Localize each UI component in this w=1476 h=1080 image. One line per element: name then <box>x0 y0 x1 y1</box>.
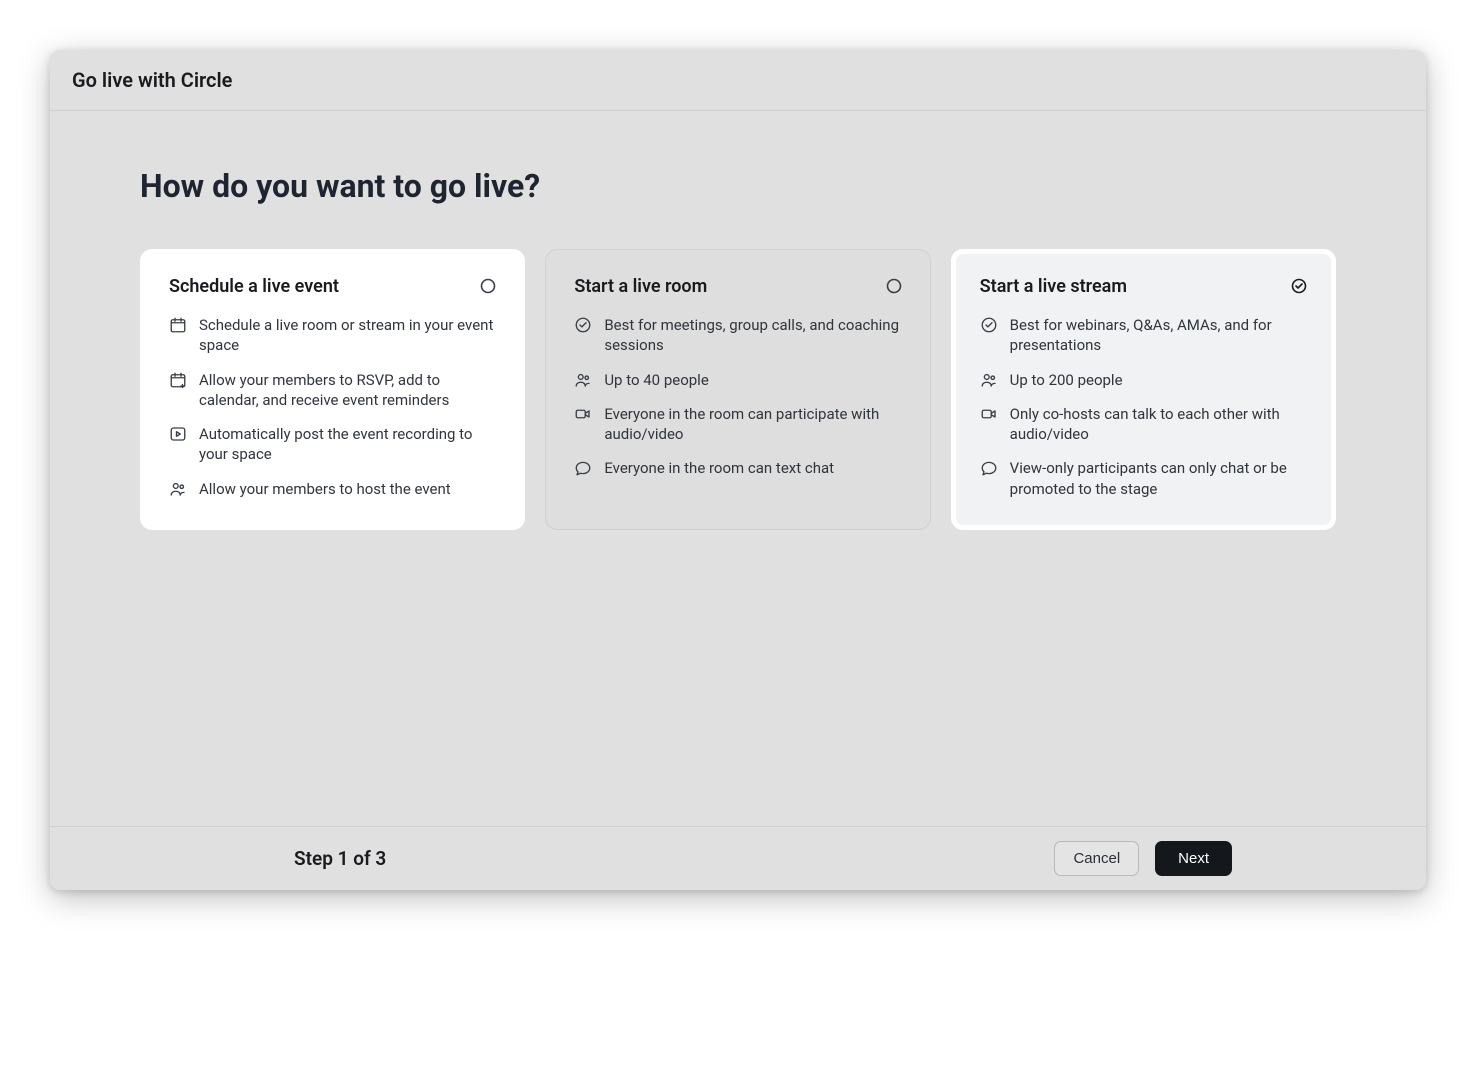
calendar-icon <box>169 316 187 334</box>
card-start-live-room[interactable]: Start a live room Best for meetings, gro… <box>545 249 930 530</box>
chat-icon <box>980 459 998 477</box>
card-title: Start a live room <box>574 276 707 297</box>
go-live-modal: Go live with Circle How do you want to g… <box>50 50 1426 890</box>
modal-footer: Step 1 of 3 Cancel Next <box>50 826 1426 890</box>
people-icon <box>574 371 592 389</box>
feature-item: Up to 40 people <box>574 370 901 390</box>
card-schedule-live-event[interactable]: Schedule a live event Schedule a live ro… <box>140 249 525 530</box>
feature-item: Everyone in the room can text chat <box>574 458 901 478</box>
feature-text: Only co-hosts can talk to each other wit… <box>1010 404 1307 445</box>
feature-text: Everyone in the room can participate wit… <box>604 404 901 445</box>
next-button[interactable]: Next <box>1155 841 1232 876</box>
people-icon <box>980 371 998 389</box>
feature-item: Automatically post the event recording t… <box>169 424 496 465</box>
feature-item: Allow your members to host the event <box>169 479 496 499</box>
feature-text: Allow your members to RSVP, add to calen… <box>199 370 496 411</box>
card-start-live-stream[interactable]: Start a live stream Best for webinars, Q… <box>951 249 1336 530</box>
question-heading: How do you want to go live? <box>140 167 1336 205</box>
card-title: Schedule a live event <box>169 276 339 297</box>
option-cards: Schedule a live event Schedule a live ro… <box>140 249 1336 530</box>
feature-text: Best for meetings, group calls, and coac… <box>604 315 901 356</box>
feature-item: Best for webinars, Q&As, AMAs, and for p… <box>980 315 1307 356</box>
feature-item: Schedule a live room or stream in your e… <box>169 315 496 356</box>
card-title: Start a live stream <box>980 276 1127 297</box>
cancel-button[interactable]: Cancel <box>1054 841 1139 876</box>
feature-text: Allow your members to host the event <box>199 479 451 499</box>
check-circle-icon <box>574 316 592 334</box>
card-header: Start a live stream <box>980 276 1307 297</box>
modal-title: Go live with Circle <box>72 68 1404 92</box>
play-square-icon <box>169 425 187 443</box>
feature-text: View-only participants can only chat or … <box>1010 458 1307 499</box>
video-icon <box>574 405 592 423</box>
feature-item: Best for meetings, group calls, and coac… <box>574 315 901 356</box>
check-circle-icon <box>980 316 998 334</box>
radio-unchecked-icon[interactable] <box>480 278 496 294</box>
step-indicator: Step 1 of 3 <box>294 847 386 870</box>
feature-item: View-only participants can only chat or … <box>980 458 1307 499</box>
feature-text: Everyone in the room can text chat <box>604 458 834 478</box>
modal-body: How do you want to go live? Schedule a l… <box>50 111 1426 826</box>
modal-header: Go live with Circle <box>50 50 1426 111</box>
feature-item: Only co-hosts can talk to each other wit… <box>980 404 1307 445</box>
people-icon <box>169 480 187 498</box>
calendar-add-icon <box>169 371 187 389</box>
feature-item: Up to 200 people <box>980 370 1307 390</box>
radio-unchecked-icon[interactable] <box>886 278 902 294</box>
chat-icon <box>574 459 592 477</box>
feature-item: Everyone in the room can participate wit… <box>574 404 901 445</box>
feature-text: Schedule a live room or stream in your e… <box>199 315 496 356</box>
feature-text: Up to 40 people <box>604 370 708 390</box>
feature-text: Automatically post the event recording t… <box>199 424 496 465</box>
feature-text: Best for webinars, Q&As, AMAs, and for p… <box>1010 315 1307 356</box>
feature-item: Allow your members to RSVP, add to calen… <box>169 370 496 411</box>
card-header: Schedule a live event <box>169 276 496 297</box>
video-icon <box>980 405 998 423</box>
card-header: Start a live room <box>574 276 901 297</box>
radio-checked-icon[interactable] <box>1291 278 1307 294</box>
feature-text: Up to 200 people <box>1010 370 1123 390</box>
